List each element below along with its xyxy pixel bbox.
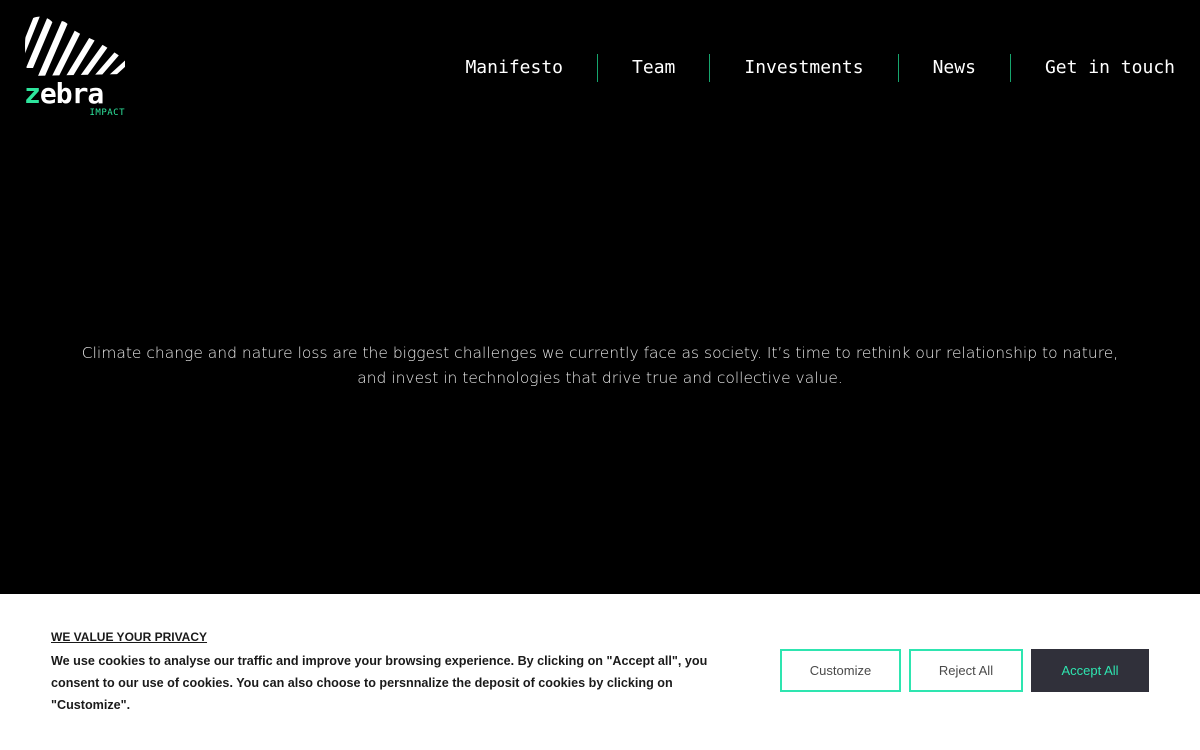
main-nav: Manifesto Team Investments News Get in t…	[465, 54, 1175, 82]
nav-item-team[interactable]: Team	[598, 54, 709, 82]
logo-subtitle: IMPACT	[89, 108, 125, 118]
zebra-impact-logo[interactable]: zebra IMPACT	[24, 16, 128, 120]
reject-all-button[interactable]: Reject All	[909, 649, 1023, 692]
hero-statement: Climate change and nature loss are the b…	[81, 343, 1119, 387]
nav-item-investments[interactable]: Investments	[710, 54, 897, 82]
cookie-banner-title: WE VALUE YOUR PRIVACY	[51, 630, 208, 644]
cookie-banner-text: We use cookies to analyse our traffic an…	[51, 654, 708, 712]
nav-item-manifesto[interactable]: Manifesto	[465, 54, 597, 82]
nav-item-news[interactable]: News	[899, 54, 1010, 82]
cookie-consent-banner: WE VALUE YOUR PRIVACY We use cookies to …	[0, 594, 1200, 750]
logo-wordmark-rest: ebra	[39, 77, 104, 110]
logo-wordmark: zebra	[24, 77, 104, 110]
accept-all-button[interactable]: Accept All	[1031, 649, 1149, 692]
zebra-stripes-logo-icon	[25, 16, 125, 76]
site-header: zebra IMPACT Manifesto Team Investments …	[0, 0, 1200, 140]
customize-button[interactable]: Customize	[780, 649, 901, 692]
nav-item-get-in-touch[interactable]: Get in touch	[1011, 54, 1175, 82]
logo-wordmark-z: z	[24, 77, 41, 110]
